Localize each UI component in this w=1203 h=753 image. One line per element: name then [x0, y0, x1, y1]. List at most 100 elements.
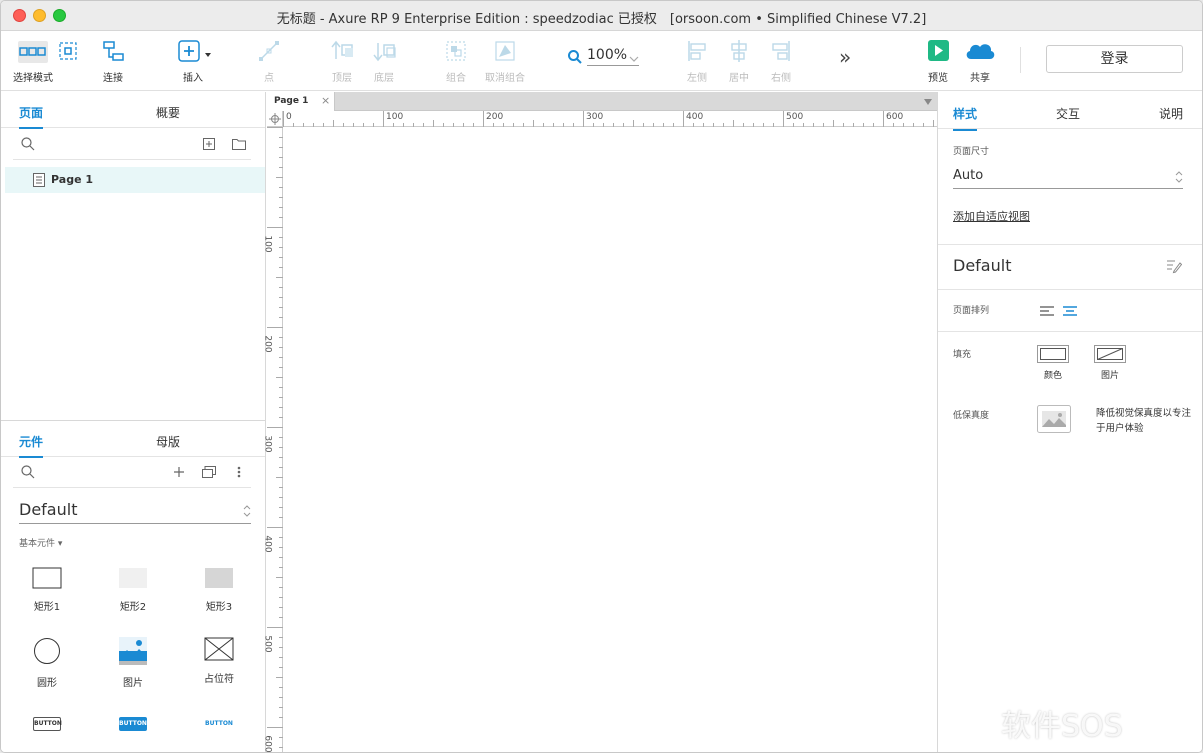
watermark: 软件SOS [1001, 709, 1123, 744]
select-mode-label: 选择模式 [13, 73, 53, 84]
align-left-label: 左侧 [687, 73, 707, 84]
fill-image-label: 图片 [1100, 371, 1119, 381]
title-bar: 无标题 - Axure RP 9 Enterprise Edition : sp… [1, 1, 1202, 31]
updown-chevron-icon [243, 505, 251, 517]
pages-search-icon[interactable] [21, 137, 35, 151]
align-center-button[interactable]: 居中 [723, 37, 755, 87]
insert-plus-icon [178, 40, 211, 62]
login-button[interactable]: 登录 [1046, 45, 1183, 73]
align-right-label: 右侧 [771, 73, 791, 84]
add-adaptive-view-link[interactable]: 添加自适应视图 [953, 208, 1030, 224]
tab-style[interactable]: 样式 [953, 105, 978, 131]
tabs-dropdown-icon[interactable] [923, 98, 933, 106]
tab-pages[interactable]: 页面 [19, 104, 44, 129]
ruler-h-label: 300 [586, 112, 604, 122]
fill-image-button[interactable]: 图片 [1094, 345, 1126, 381]
library-tabs: 元件 母版 [1, 421, 265, 458]
connect-label: 连接 [103, 73, 123, 84]
primary-button-preview: BUTTON [119, 717, 147, 731]
widget-link-button[interactable]: BUTTON [184, 717, 254, 731]
ruler-v-label: 400 [262, 535, 273, 553]
bring-to-front-button[interactable]: 顶层 [324, 37, 360, 87]
widget-image[interactable]: 图片 [98, 637, 168, 689]
align-right-button[interactable]: 右侧 [765, 37, 797, 87]
widget-label: 图片 [123, 678, 143, 689]
page-size-select[interactable]: Auto [953, 168, 1183, 189]
widget-label: 矩形3 [205, 602, 233, 613]
ungroup-label: 取消组合 [485, 73, 525, 84]
more-options-icon[interactable] [237, 466, 241, 478]
insert-button[interactable]: 插入 [173, 37, 213, 87]
widget-button[interactable]: BUTTON [12, 717, 82, 731]
low-fidelity-description-line1: 降低视觉保真度以专注 [1096, 408, 1192, 419]
ruler-h-label: 600 [886, 112, 904, 122]
panel-divider [938, 289, 1202, 290]
add-page-icon[interactable] [203, 138, 215, 150]
page-name: Page 1 [51, 173, 94, 186]
canvas-tab-bar: Page 1 × [267, 92, 937, 111]
widget-category[interactable]: 基本元件 ▾ [19, 536, 62, 549]
close-tab-icon[interactable]: × [321, 94, 330, 107]
design-canvas[interactable] [284, 128, 937, 752]
library-manage-icon[interactable] [202, 466, 216, 478]
edit-style-icon[interactable] [1166, 258, 1182, 274]
vertical-ruler: 100 200 300 400 500 600 [263, 127, 283, 752]
widget-primary-button[interactable]: BUTTON [98, 717, 168, 731]
left-panel: 页面 概要 Page 1 元件 母版 Default 基本元件 ▾ 矩形1 矩形… [1, 92, 266, 752]
ruler-h-label: 200 [486, 112, 504, 122]
tab-widgets[interactable]: 元件 [19, 433, 44, 458]
align-left-button[interactable]: 左侧 [681, 37, 713, 87]
connect-button[interactable]: 连接 [93, 37, 133, 87]
ruler-v-label: 300 [262, 435, 273, 453]
canvas-tab-page-1[interactable]: Page 1 × [267, 92, 335, 111]
align-page-center-icon[interactable] [1062, 305, 1078, 317]
toolbar-divider [1020, 47, 1021, 73]
fill-color-button[interactable]: 颜色 [1037, 345, 1069, 381]
panel-divider [938, 331, 1202, 332]
point-button[interactable]: 点 [251, 37, 287, 87]
tab-outline[interactable]: 概要 [156, 104, 180, 121]
preview-label: 预览 [928, 73, 948, 84]
widget-label: 圆形 [37, 678, 57, 689]
page-style-name[interactable]: Default [953, 256, 1011, 275]
library-search-icon[interactable] [21, 465, 35, 479]
canvas-tab-label: Page 1 [274, 96, 309, 106]
widget-placeholder[interactable]: 占位符 [184, 637, 254, 685]
preview-button[interactable]: 预览 [921, 37, 955, 87]
widget-circle[interactable]: 圆形 [12, 637, 82, 689]
main-toolbar: 选择模式 连接 插入 点 顶层 底层 组合 取消组合 100% 左侧 居中 右侧… [1, 31, 1202, 91]
add-library-icon[interactable] [173, 466, 185, 478]
link-button-preview: BUTTON [205, 720, 233, 727]
library-select-value: Default [19, 500, 78, 519]
ruler-v-label: 500 [262, 635, 273, 653]
widget-label: 矩形1 [33, 602, 61, 613]
horizontal-ruler: 0 100 200 300 400 500 600 [283, 111, 937, 127]
widget-rectangle-3[interactable]: 矩形3 [184, 567, 254, 613]
bring-to-front-label: 顶层 [332, 73, 352, 84]
play-icon [928, 40, 949, 61]
panel-divider [938, 128, 1202, 129]
send-to-back-button[interactable]: 底层 [366, 37, 402, 87]
ruler-origin[interactable] [267, 111, 283, 127]
align-page-left-icon[interactable] [1039, 305, 1055, 317]
group-button[interactable]: 组合 [438, 37, 474, 87]
tab-masters[interactable]: 母版 [156, 433, 180, 450]
library-select[interactable]: Default [19, 500, 251, 524]
ungroup-icon [495, 41, 515, 61]
tab-interactions[interactable]: 交互 [1056, 105, 1080, 122]
ruler-h-label: 0 [286, 112, 292, 122]
widget-label: 占位符 [204, 674, 234, 685]
widget-rectangle-1[interactable]: 矩形1 [12, 567, 82, 613]
low-fidelity-toggle-icon[interactable] [1037, 405, 1071, 433]
ungroup-button[interactable]: 取消组合 [483, 37, 527, 87]
tab-notes[interactable]: 说明 [1159, 105, 1183, 122]
widget-rectangle-2[interactable]: 矩形2 [98, 567, 168, 613]
fill-label: 填充 [953, 350, 972, 360]
more-tools-button[interactable]: » [839, 45, 851, 69]
style-panel: 样式 交互 说明 页面尺寸 Auto 添加自适应视图 Default 页面排列 … [937, 92, 1202, 752]
share-button[interactable]: 共享 [961, 37, 999, 87]
select-mode-button[interactable]: 选择模式 [13, 37, 77, 87]
add-folder-icon[interactable] [232, 138, 246, 150]
page-list-item[interactable]: Page 1 [5, 167, 265, 193]
group-label: 组合 [446, 73, 466, 84]
